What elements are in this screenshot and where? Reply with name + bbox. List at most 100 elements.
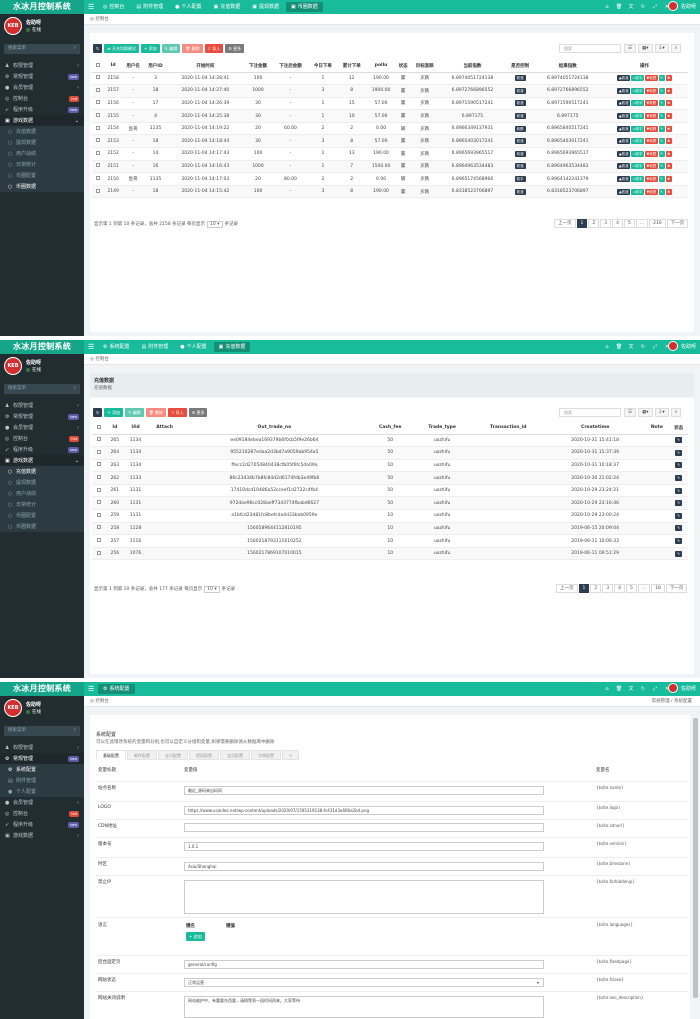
table-row[interactable]: 2156-17 2020-11-04 14:26:39 30-1 15 57.00 赢买跌…: [92, 97, 688, 111]
more-button[interactable]: ⚙ 更多: [225, 44, 245, 53]
row-action-icon[interactable]: ✎: [675, 462, 683, 469]
table-row[interactable]: 2152-14 2020-11-04 14:17:43 100-1 13 190.00 赢…: [92, 147, 688, 161]
sidebar-item-upgrade[interactable]: ➶ 程序升级 new: [0, 104, 84, 115]
row-checkbox[interactable]: [92, 522, 106, 536]
sidebar-item-profile[interactable]: ● 个人配置: [0, 786, 84, 797]
edit-row-button[interactable]: ✎: [658, 138, 665, 145]
tab-system-config[interactable]: ⚙ 系统配置: [98, 684, 135, 694]
edit-row-button[interactable]: ✎: [658, 176, 665, 183]
table-row[interactable]: 262 1133 86c23434b7b8fc84d2d6174fdb3e49fb8…: [92, 471, 688, 485]
fall-button[interactable]: ▼收跌: [645, 100, 658, 107]
import-button[interactable]: ⇧ 导入: [204, 44, 224, 53]
col-bet[interactable]: 下注金额: [243, 60, 273, 73]
control-badge[interactable]: 收涨: [514, 87, 526, 94]
sidebar-item-general[interactable]: ⚙ 常规管理 new: [0, 71, 84, 82]
col-start-time[interactable]: 开始时间: [167, 60, 244, 73]
fall-button[interactable]: ▼收跌: [645, 75, 658, 82]
row-checkbox[interactable]: [92, 509, 106, 523]
edit-row-button[interactable]: ✎: [658, 87, 665, 94]
home-icon[interactable]: ⌂: [602, 2, 612, 12]
col-note[interactable]: Note: [644, 422, 670, 435]
tab-dashboard[interactable]: ◎ 控制台: [98, 2, 129, 12]
table-row[interactable]: 2154 鱼哥 1135 2020-11-04 14:19:22 20 60.00 2 2 0.…: [92, 122, 688, 136]
delete-row-button[interactable]: ✖: [665, 125, 672, 132]
refresh-button[interactable]: ↻: [93, 44, 103, 53]
tab-attachments[interactable]: ▤ 附件管理: [137, 342, 174, 352]
edit-row-button[interactable]: ✎: [658, 113, 665, 120]
top-user[interactable]: 佐助呀: [667, 683, 696, 693]
flat-button[interactable]: =收平: [631, 163, 645, 170]
sidebar-item-auth[interactable]: ♟ 权限管理 ‹: [0, 60, 84, 71]
table-row[interactable]: 264 1134 955210287edaa2d3bd7a9059ab954a5 50…: [92, 446, 688, 460]
refresh-icon[interactable]: ↻: [638, 684, 648, 694]
col-transaction-id[interactable]: Transaction_id: [470, 422, 546, 435]
col-uid[interactable]: Uid: [123, 422, 148, 435]
row-checkbox[interactable]: [92, 109, 104, 123]
brand-logo[interactable]: 水冰月控制系统: [0, 340, 84, 354]
flat-button[interactable]: =收平: [631, 138, 645, 145]
sidebar-item-game-data[interactable]: ▣ 游戏数据 ⌄: [0, 455, 84, 466]
page-button[interactable]: 3: [600, 219, 612, 228]
sidebar-item-stats[interactable]: ○ 日常统计: [0, 159, 84, 170]
top-user[interactable]: 佐助呀: [667, 1, 696, 11]
fall-button[interactable]: ▼收跌: [645, 188, 658, 195]
delete-row-button[interactable]: ✖: [665, 163, 672, 170]
col-total[interactable]: 累计下单: [337, 60, 367, 73]
tab-bibi[interactable]: ▣ 币圈数据: [286, 2, 323, 12]
fall-button[interactable]: ▼收跌: [645, 163, 658, 170]
edit-row-button[interactable]: ✎: [658, 188, 665, 195]
sidebar-item-game-data[interactable]: ▣ 游戏数据 ⌄: [0, 115, 84, 126]
edit-row-button[interactable]: ✎: [658, 75, 665, 82]
sidebar-item-general[interactable]: ⚙ 常规管理 new: [0, 411, 84, 422]
brand-logo[interactable]: 水冰月控制系统: [0, 0, 84, 14]
menu-toggle-icon[interactable]: ☰: [88, 3, 94, 11]
fall-button[interactable]: ▼收跌: [645, 150, 658, 157]
menu-toggle-icon[interactable]: ☰: [88, 343, 94, 351]
row-checkbox[interactable]: [92, 134, 104, 149]
flat-button[interactable]: =收平: [631, 113, 645, 120]
control-badge[interactable]: 收涨: [514, 138, 526, 145]
sidebar-item-upgrade[interactable]: ➶ 程序升级 new: [0, 819, 84, 830]
sidebar-item-system-config[interactable]: ⚙ 系统配置: [0, 764, 84, 775]
sidebar-item-member[interactable]: ● 会员管理 ‹: [0, 422, 84, 433]
columns-icon[interactable]: ▦▾: [638, 408, 653, 417]
col-after-bet[interactable]: 下注后金额: [272, 60, 309, 73]
prev-page-button[interactable]: 上一页: [556, 584, 578, 593]
toggle-mode-button[interactable]: ⇄ 开关切换模式: [104, 44, 139, 53]
table-row[interactable]: 261 1131 17410dcd10486a52cceef1d2722c4fb4 5…: [92, 484, 688, 498]
control-badge[interactable]: 收涨: [514, 75, 526, 82]
fullscreen-icon[interactable]: ⤢: [650, 342, 660, 352]
row-action-icon[interactable]: ✎: [675, 500, 683, 507]
close-desc-textarea[interactable]: 网站维护中，有重要东西要，请稍等到一段时间再来。大家等待: [184, 996, 544, 1018]
col-cash-fee[interactable]: Cash_fee: [366, 422, 414, 435]
delete-row-button[interactable]: ✖: [665, 75, 672, 82]
append-button[interactable]: + 追加: [186, 932, 205, 941]
row-action-icon[interactable]: ✎: [675, 550, 683, 557]
col-username[interactable]: 用户名: [122, 60, 144, 73]
page-button[interactable]: 3: [602, 584, 614, 593]
more-button[interactable]: ⚙ 更多: [188, 408, 208, 417]
rise-button[interactable]: ▲收涨: [617, 125, 631, 132]
list-view-icon[interactable]: ☰: [624, 44, 637, 53]
translate-icon[interactable]: 文: [626, 2, 636, 12]
tab-withdraw[interactable]: ▣ 提现数据: [247, 2, 284, 12]
list-view-icon[interactable]: ☰: [624, 408, 637, 417]
fullscreen-icon[interactable]: ⤢: [650, 2, 660, 12]
sidebar-item-member[interactable]: ● 会员管理 ‹: [0, 82, 84, 93]
search-icon[interactable]: ⌕: [670, 44, 682, 53]
tab-profile[interactable]: ● 个人配置: [170, 2, 206, 12]
sidebar-item-bibi-config[interactable]: ○ 币圈配置: [0, 170, 84, 181]
page-button[interactable]: ...: [637, 584, 651, 593]
table-row[interactable]: 2149-18 2020-11-04 14:15:42 100-3 8 190.00 赢买…: [92, 185, 688, 199]
fullscreen-icon[interactable]: ⤢: [650, 684, 660, 694]
rise-button[interactable]: ▲收涨: [617, 87, 631, 94]
edit-row-button[interactable]: ✎: [658, 163, 665, 170]
fall-button[interactable]: ▼收跌: [645, 138, 658, 145]
sidebar-item-bibi-data[interactable]: ○ 币圈数据: [0, 521, 84, 532]
add-button[interactable]: + 添加: [104, 408, 123, 417]
delete-row-button[interactable]: ✖: [665, 176, 672, 183]
add-button[interactable]: + 添加: [140, 44, 160, 53]
page-button[interactable]: 5: [626, 584, 637, 593]
row-checkbox[interactable]: [92, 122, 104, 136]
col-today[interactable]: 今日下单: [308, 60, 338, 73]
